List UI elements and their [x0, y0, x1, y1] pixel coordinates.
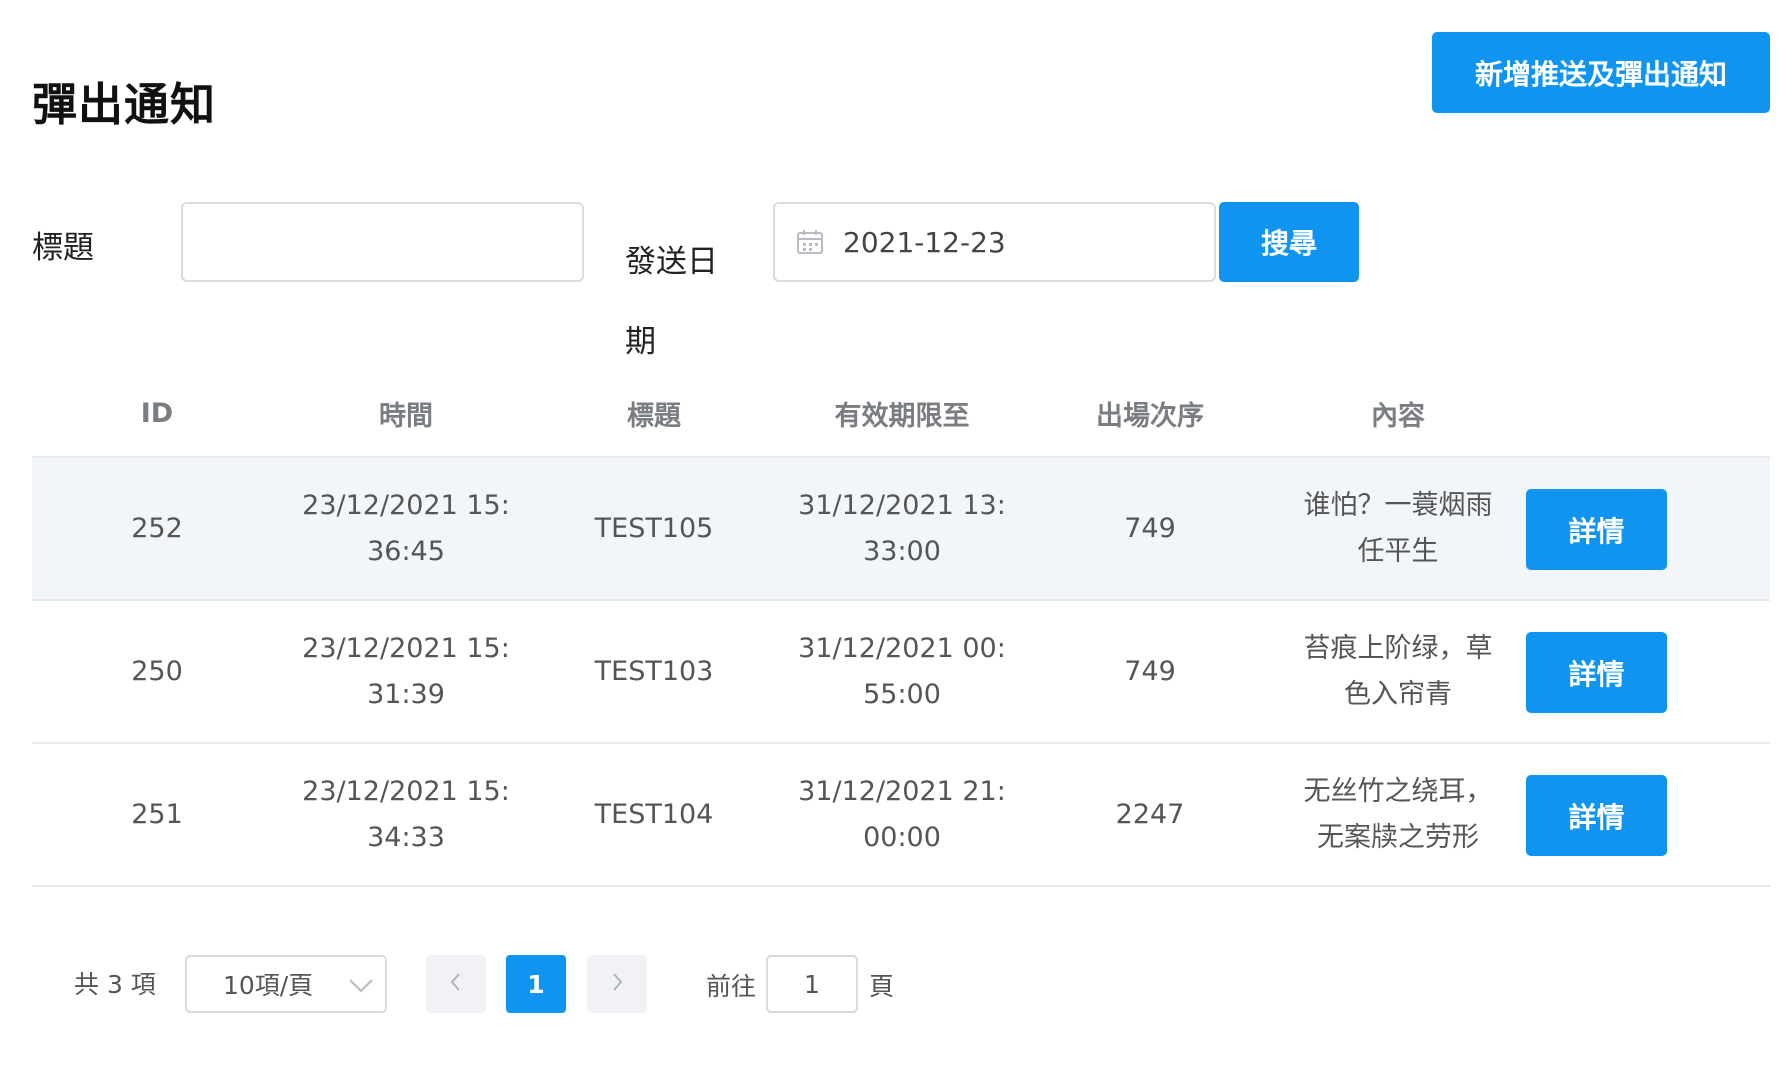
- detail-button[interactable]: 詳情: [1526, 489, 1667, 570]
- header-action: [1522, 370, 1770, 456]
- pagination: 共 3 項 10項/頁 1 前往 頁: [0, 955, 1780, 1013]
- cell-time-line: 23/12/2021 15:: [302, 632, 510, 664]
- cell-content: 谁怕？一蓑烟雨 任平生: [1274, 483, 1522, 575]
- table-row[interactable]: 252 23/12/2021 15: 36:45 TEST105 31/12/2…: [32, 458, 1770, 601]
- cell-expiry: 31/12/2021 00: 55:00: [778, 626, 1026, 718]
- cell-time: 23/12/2021 15: 34:33: [282, 769, 530, 861]
- page-title: 彈出通知: [32, 78, 217, 131]
- cell-expiry-line: 00:00: [863, 821, 941, 853]
- header-content: 內容: [1371, 400, 1425, 432]
- header-expiry: 有效期限至: [834, 400, 970, 432]
- page: 彈出通知 新增推送及彈出通知 標題 發送日期 2021-12-23 搜尋 ID …: [0, 0, 1780, 1068]
- cell-expiry-line: 31/12/2021 21:: [798, 775, 1006, 807]
- header-title: 標題: [627, 400, 681, 432]
- cell-order: 749: [1124, 512, 1176, 544]
- cell-title: TEST104: [594, 798, 714, 830]
- cell-expiry-line: 31/12/2021 13:: [798, 489, 1006, 521]
- cell-content-line: 苔痕上阶绿，草: [1303, 632, 1493, 664]
- cell-expiry: 31/12/2021 21: 00:00: [778, 769, 1026, 861]
- cell-expiry: 31/12/2021 13: 33:00: [778, 483, 1026, 575]
- cell-content-line: 任平生: [1357, 535, 1439, 567]
- cell-action: 詳情: [1522, 744, 1770, 885]
- cell-content: 无丝竹之绕耳， 无案牍之劳形: [1274, 769, 1522, 861]
- page-number-current[interactable]: 1: [506, 955, 566, 1013]
- cell-time-line: 36:45: [367, 535, 445, 567]
- cell-time-line: 34:33: [367, 821, 445, 853]
- cell-time: 23/12/2021 15: 36:45: [282, 483, 530, 575]
- cell-content-line: 无案牍之劳形: [1317, 821, 1479, 853]
- header-order: 出場次序: [1096, 400, 1204, 432]
- table-header: ID 時間 標題 有效期限至 出場次序 內容: [32, 370, 1770, 458]
- table-row[interactable]: 250 23/12/2021 15: 31:39 TEST103 31/12/2…: [32, 601, 1770, 744]
- cell-title: TEST105: [594, 512, 714, 544]
- cell-content-line: 谁怕？一蓑烟雨: [1303, 489, 1493, 521]
- chevron-right-icon: [609, 972, 625, 996]
- goto-suffix: 頁: [869, 972, 895, 1001]
- cell-title: TEST103: [594, 655, 714, 687]
- calendar-icon: [797, 230, 823, 254]
- total-count: 共 3 項: [74, 970, 156, 999]
- date-filter-label: 發送日期: [625, 244, 718, 360]
- cell-order: 2247: [1115, 798, 1185, 830]
- next-page-button[interactable]: [587, 955, 647, 1013]
- chevron-down-icon: [347, 971, 375, 999]
- cell-id: 252: [131, 512, 183, 544]
- search-button[interactable]: 搜尋: [1219, 202, 1359, 282]
- cell-expiry-line: 31/12/2021 00:: [798, 632, 1006, 664]
- date-filter-input[interactable]: 2021-12-23: [773, 202, 1216, 282]
- title-filter-input[interactable]: [181, 202, 584, 282]
- cell-content-line: 无丝竹之绕耳，: [1303, 775, 1493, 807]
- cell-time-line: 23/12/2021 15:: [302, 775, 510, 807]
- cell-expiry-line: 55:00: [863, 678, 941, 710]
- date-filter-value: 2021-12-23: [843, 225, 1006, 259]
- cell-order: 749: [1124, 655, 1176, 687]
- detail-button[interactable]: 詳情: [1526, 632, 1667, 713]
- goto-page-input[interactable]: [766, 955, 858, 1013]
- cell-action: 詳情: [1522, 601, 1770, 742]
- cell-expiry-line: 33:00: [863, 535, 941, 567]
- cell-content-line: 色入帘青: [1344, 678, 1452, 710]
- chevron-left-icon: [448, 972, 464, 996]
- cell-time: 23/12/2021 15: 31:39: [282, 626, 530, 718]
- page-size-value: 10項/頁: [223, 971, 314, 1000]
- detail-button[interactable]: 詳情: [1526, 775, 1667, 856]
- header-time: 時間: [379, 400, 433, 432]
- notifications-table: ID 時間 標題 有效期限至 出場次序 內容 252 23/12/2021 15…: [32, 370, 1770, 887]
- cell-id: 250: [131, 655, 183, 687]
- header-id: ID: [140, 397, 174, 429]
- goto-label: 前往: [706, 972, 757, 1001]
- cell-id: 251: [131, 798, 183, 830]
- table-row[interactable]: 251 23/12/2021 15: 34:33 TEST104 31/12/2…: [32, 744, 1770, 887]
- cell-time-line: 23/12/2021 15:: [302, 489, 510, 521]
- page-size-select[interactable]: 10項/頁: [185, 955, 387, 1013]
- cell-action: 詳情: [1522, 458, 1770, 599]
- cell-time-line: 31:39: [367, 678, 445, 710]
- prev-page-button[interactable]: [426, 955, 486, 1013]
- cell-content: 苔痕上阶绿，草 色入帘青: [1274, 626, 1522, 718]
- title-filter-label: 標題: [32, 230, 94, 266]
- add-notification-button[interactable]: 新增推送及彈出通知: [1432, 32, 1770, 113]
